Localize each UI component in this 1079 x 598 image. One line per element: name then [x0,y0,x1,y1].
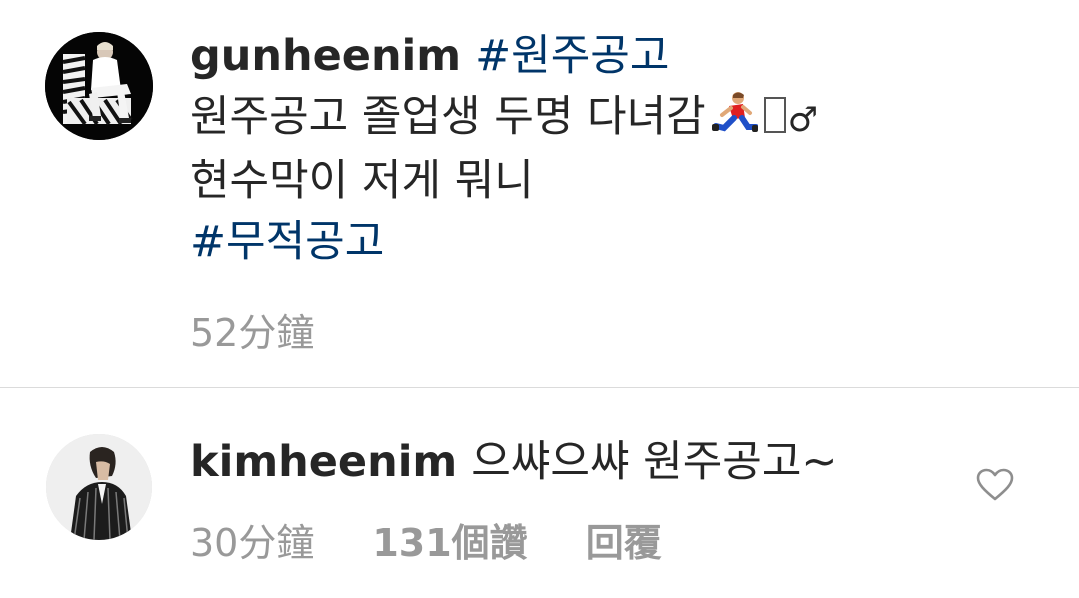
caption-body-text: 원주공고 졸업생 두명 다녀감 [190,92,706,142]
comment-text: kimheenim 으쌰으쌰 원주공고~ [190,432,837,492]
caption-text: gunheenim #원주공고 원주공고 졸업생 두명 다녀감 ♂ 현수막이 저게… [190,26,1050,273]
comment-body: 으쌰으쌰 원주공고~ [471,437,838,487]
caption-section: gunheenim #원주공고 원주공고 졸업생 두명 다녀감 ♂ 현수막이 저게… [0,0,1079,388]
likes-count-link[interactable]: 131個讚 [372,512,527,567]
avatar-gunheenim[interactable] [45,32,153,140]
caption-username[interactable]: gunheenim [190,31,461,81]
male-sign-icon: ♂ [787,100,819,140]
comment-meta: 30分鐘 131個讚 回覆 [190,512,662,567]
caption-line-4: #무적공고 [190,212,1050,273]
reply-button[interactable]: 回覆 [586,512,662,567]
comment-item: kimheenim 으쌰으쌰 원주공고~ 30分鐘 131個讚 回覆 [0,388,1079,598]
heart-outline-icon[interactable] [976,468,1014,502]
caption-timestamp: 52分鐘 [190,311,315,355]
avatar-kimheenim[interactable] [46,434,152,540]
caption-line-1: gunheenim #원주공고 [190,26,1050,87]
missing-glyph-icon [763,97,786,133]
hashtag-link[interactable]: #원주공고 [475,31,669,81]
running-man-icon [711,91,759,137]
hashtag-link[interactable]: #무적공고 [190,217,384,267]
comment-timestamp: 30分鐘 [190,521,315,565]
caption-line-3: 현수막이 저게 뭐니 [190,156,534,206]
comment-username[interactable]: kimheenim [190,437,457,487]
caption-line-2: 원주공고 졸업생 두명 다녀감 ♂ [190,87,1050,151]
